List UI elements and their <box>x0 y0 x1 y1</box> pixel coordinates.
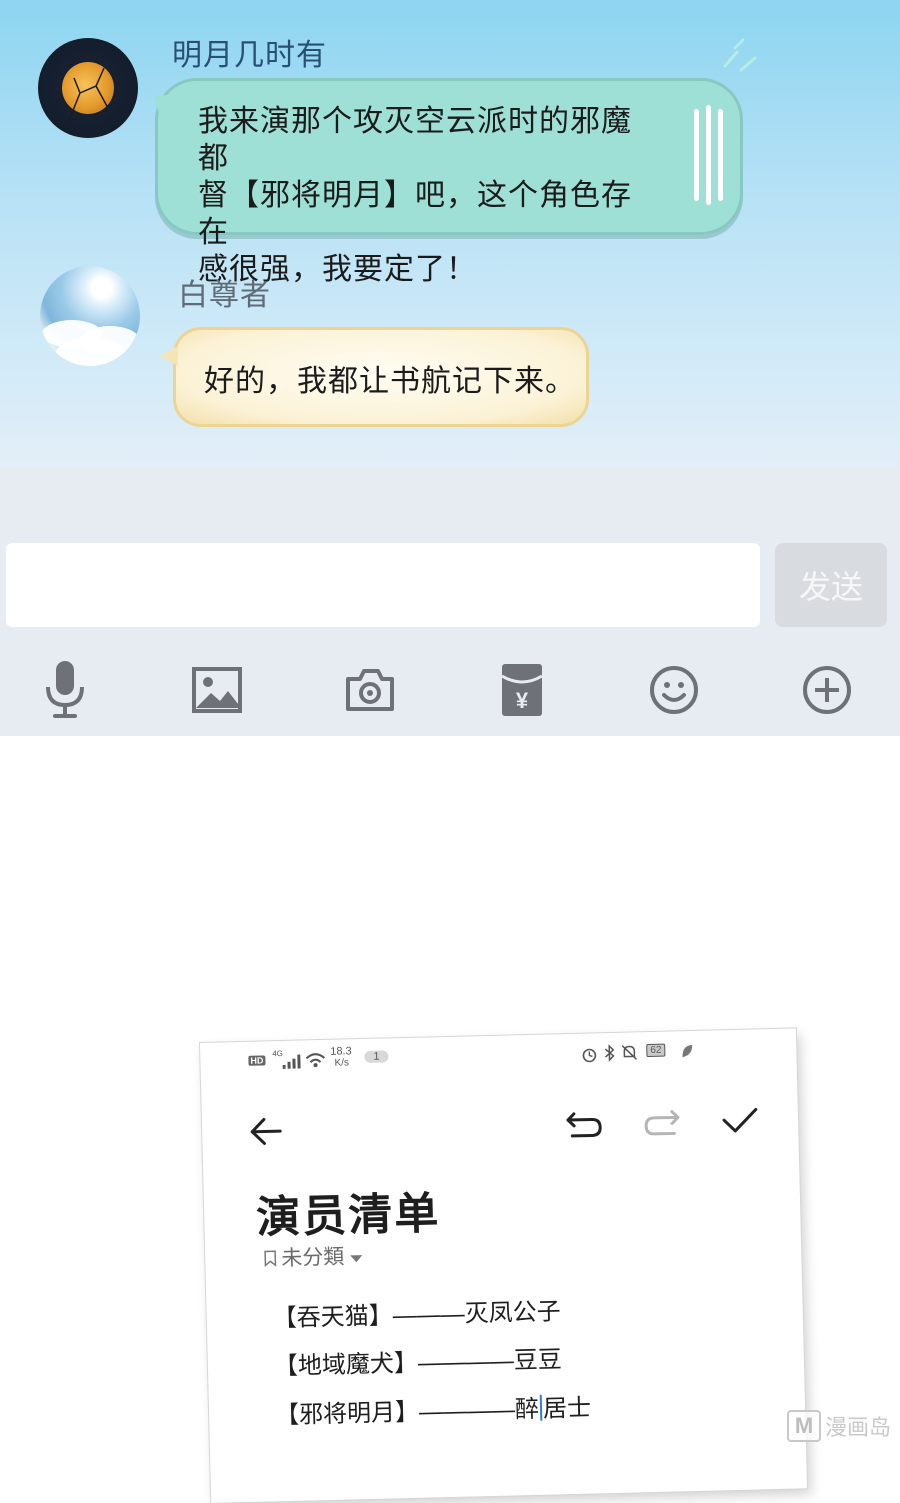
alarm-icon <box>582 1048 597 1063</box>
chat-panel: 明月几时有 我来演那个攻灭空云派时的邪魔都 督【邪将明月】吧，这个角色存在 感很… <box>0 0 900 736</box>
message-input[interactable] <box>6 543 760 627</box>
note-line[interactable]: 【吞天猫】———灭凤公子 <box>272 1291 561 1333</box>
camera-icon[interactable] <box>342 660 398 720</box>
microphone-icon[interactable] <box>37 660 93 720</box>
bubble-decoration <box>694 109 699 201</box>
note-line[interactable]: 【邪将明月】————醉 居士 <box>275 1388 592 1431</box>
hd-badge: HD <box>248 1055 266 1066</box>
redo-icon[interactable] <box>642 1105 683 1138</box>
svg-text:¥: ¥ <box>516 688 529 713</box>
leaf-icon <box>682 1044 693 1058</box>
image-icon[interactable] <box>189 660 245 720</box>
notes-app-screenshot: HD 4G 18.3 K/s 1 62 演员清单 未分類 【吞天猫】———灭凤公… <box>200 1028 808 1503</box>
back-arrow-icon[interactable] <box>248 1115 285 1148</box>
battery-indicator: 62 <box>646 1043 666 1058</box>
branch-silhouette <box>67 67 109 124</box>
dropdown-arrow-icon <box>350 1255 363 1263</box>
watermark-text: 漫画岛 <box>825 1414 892 1440</box>
note-line-text: 居士 <box>542 1394 592 1423</box>
bubble-decoration <box>718 109 723 201</box>
sender-name: 白尊者 <box>178 279 271 312</box>
undo-icon[interactable] <box>564 1107 605 1140</box>
watermark-logo: M <box>787 1409 821 1442</box>
avatar[interactable] <box>40 266 140 366</box>
bluetooth-icon <box>604 1044 615 1062</box>
message-bubble[interactable]: 好的，我都让书航记下来。 <box>160 327 589 427</box>
message-line: 督【邪将明月】吧，这个角色存在 <box>198 179 632 249</box>
note-line[interactable]: 【地域魔犬】————豆豆 <box>273 1339 563 1381</box>
category-selector[interactable]: 未分類 <box>263 1240 364 1272</box>
sender-name: 明月几时有 <box>172 39 327 72</box>
avatar[interactable] <box>38 38 138 138</box>
wifi-icon <box>305 1053 326 1068</box>
watermark: M 漫画岛 <box>787 1409 900 1442</box>
message-bubble[interactable]: 我来演那个攻灭空云派时的邪魔都 督【邪将明月】吧，这个角色存在 感很强，我要定了… <box>155 78 743 286</box>
message-line: 我来演那个攻灭空云派时的邪魔都 <box>198 105 632 175</box>
plus-icon[interactable] <box>799 660 855 720</box>
message-line: 好的，我都让书航记下来。 <box>204 365 576 398</box>
category-label: 未分類 <box>281 1245 345 1271</box>
network-speed: 18.3 <box>330 1045 352 1058</box>
note-title[interactable]: 演员清单 <box>255 1177 441 1245</box>
check-icon[interactable] <box>720 1103 761 1136</box>
network-speed-unit: K/s <box>334 1057 350 1069</box>
sparkle-decoration <box>723 38 757 72</box>
signal-icon <box>282 1054 301 1069</box>
red-packet-icon[interactable]: ¥ <box>494 660 550 720</box>
bubble-decoration <box>706 105 711 205</box>
emoji-icon[interactable] <box>646 660 702 720</box>
note-line-text: 【邪将明月】————醉 <box>274 1395 540 1430</box>
bookmark-icon <box>264 1250 277 1268</box>
cloud-shape <box>56 338 126 366</box>
notification-count: 1 <box>364 1050 389 1063</box>
send-button[interactable]: 发送 <box>775 543 887 627</box>
mute-bell-icon <box>621 1045 638 1060</box>
